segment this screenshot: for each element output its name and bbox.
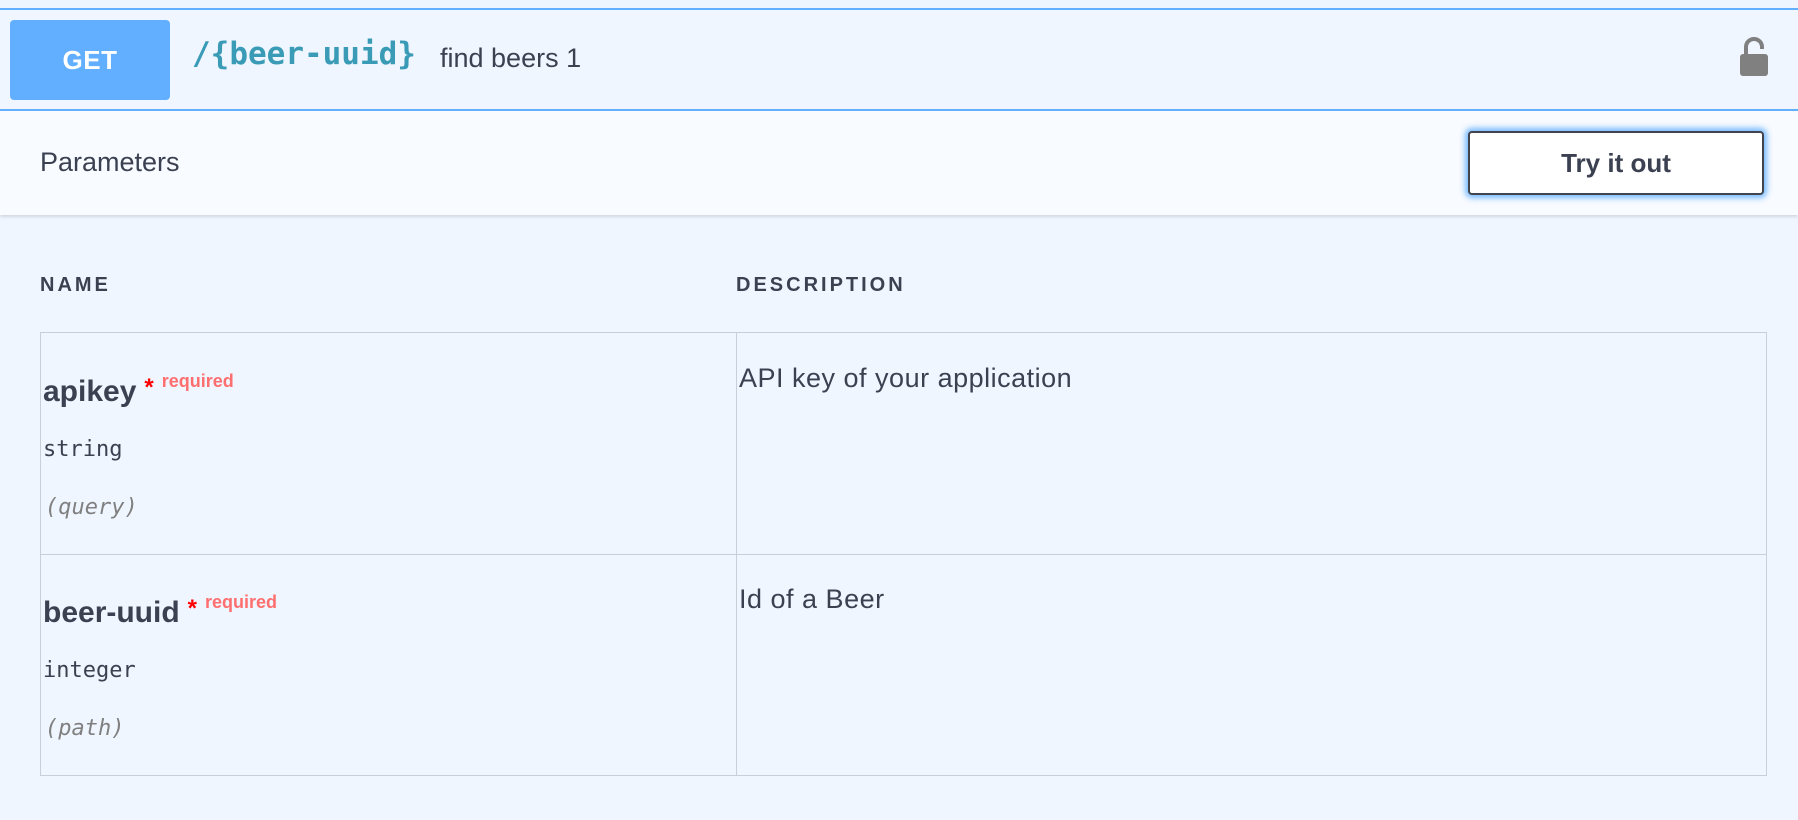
- column-header-name: NAME: [40, 274, 111, 296]
- operation-summary[interactable]: GET /{beer-uuid} find beers 1: [0, 10, 1798, 111]
- table-row: beer-uuid * required integer (path) Id of …: [41, 554, 1766, 776]
- parameters-title: Parameters: [40, 147, 180, 177]
- param-name-row: apikey * required: [43, 371, 234, 409]
- column-header-description: DESCRIPTION: [736, 274, 906, 296]
- required-star: *: [144, 374, 154, 401]
- operation-block: GET /{beer-uuid} find beers 1 Parameters…: [0, 8, 1798, 820]
- required-label: required: [205, 592, 278, 612]
- param-name: apikey: [43, 375, 137, 408]
- param-type: integer: [43, 658, 136, 683]
- unlocked-lock-icon[interactable]: [1738, 36, 1770, 78]
- param-name: beer-uuid: [43, 596, 180, 629]
- required-star: *: [187, 595, 198, 622]
- param-type: string: [43, 437, 123, 462]
- param-description: Id of a Beer: [739, 584, 885, 614]
- operation-summary-text: find beers 1: [440, 43, 582, 73]
- parameters-table: apikey * required string (query) API key o…: [40, 332, 1767, 776]
- param-description: API key of your application: [739, 363, 1073, 393]
- param-name-row: beer-uuid * required: [43, 592, 277, 630]
- table-row: apikey * required string (query) API key o…: [41, 333, 1766, 554]
- parameters-header: Parameters Try it out: [0, 111, 1798, 215]
- operation-path: /{beer-uuid}: [192, 36, 416, 72]
- required-label: required: [161, 371, 234, 391]
- method-badge: GET: [10, 20, 170, 100]
- try-it-out-button[interactable]: Try it out: [1468, 131, 1764, 195]
- param-location: (query): [45, 495, 138, 520]
- param-location: (path): [45, 716, 125, 741]
